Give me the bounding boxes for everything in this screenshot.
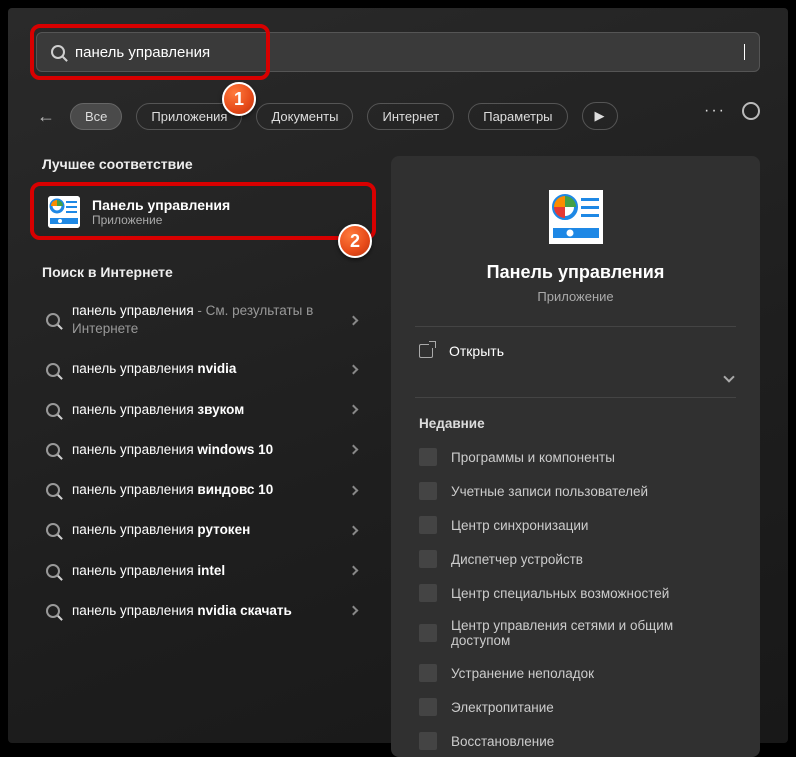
filter-right-controls: ···: [704, 102, 760, 120]
best-match-text: Панель управления Приложение: [92, 197, 230, 227]
recent-item-label: Центр специальных возможностей: [451, 586, 669, 601]
web-result[interactable]: панель управления nvidia скачать: [36, 594, 371, 628]
web-results-list: панель управления - См. результаты в Инт…: [36, 294, 371, 628]
web-result[interactable]: панель управления intel: [36, 554, 371, 588]
chevron-right-icon: [349, 365, 359, 375]
chevron-down-icon: [723, 371, 734, 382]
chevron-right-icon: [349, 566, 359, 576]
more-button[interactable]: ···: [704, 102, 726, 120]
recent-item[interactable]: Электропитание: [407, 691, 744, 723]
recent-item[interactable]: Устранение неполадок: [407, 657, 744, 689]
search-icon: [46, 403, 60, 417]
web-result[interactable]: панель управления звуком: [36, 393, 371, 427]
expand-button[interactable]: [716, 364, 742, 390]
recent-item[interactable]: Диспетчер устройств: [407, 543, 744, 575]
preview-panel: Панель управления Приложение Открыть Нед…: [391, 156, 760, 757]
best-match-result[interactable]: Панель управления Приложение: [36, 186, 371, 238]
web-result-text: панель управления windows 10: [72, 441, 338, 459]
filter-apps[interactable]: Приложения: [136, 103, 242, 130]
chevron-right-icon: [349, 525, 359, 535]
search-window: ← Все Приложения Документы Интернет Пара…: [8, 8, 788, 743]
recent-item[interactable]: Центр специальных возможностей: [407, 577, 744, 609]
best-match-heading: Лучшее соответствие: [42, 156, 371, 172]
filter-docs[interactable]: Документы: [256, 103, 353, 130]
web-result-text: панель управления - См. результаты в Инт…: [72, 302, 338, 338]
search-icon: [46, 363, 60, 377]
web-result-text: панель управления звуком: [72, 401, 338, 419]
body: Лучшее соответствие: [36, 156, 760, 757]
chevron-right-icon: [349, 405, 359, 415]
recent-item-label: Учетные записи пользователей: [451, 484, 648, 499]
open-icon: [419, 344, 433, 358]
recent-item-icon: [419, 698, 437, 716]
web-result-text: панель управления nvidia: [72, 360, 338, 378]
recent-item-label: Центр синхронизации: [451, 518, 588, 533]
recent-item-label: Восстановление: [451, 734, 554, 749]
best-match-subtitle: Приложение: [92, 213, 230, 227]
recent-item[interactable]: Центр синхронизации: [407, 509, 744, 541]
web-result-text: панель управления intel: [72, 562, 338, 580]
open-action[interactable]: Открыть: [391, 327, 760, 375]
results-column: Лучшее соответствие: [36, 156, 371, 757]
search-input[interactable]: [65, 44, 746, 61]
recent-item-icon: [419, 550, 437, 568]
recent-list: Программы и компоненты Учетные записи пол…: [391, 441, 760, 757]
web-result-text: панель управления виндовс 10: [72, 481, 338, 499]
recent-item-icon: [419, 664, 437, 682]
filter-web[interactable]: Интернет: [367, 103, 454, 130]
web-result[interactable]: панель управления - См. результаты в Инт…: [36, 294, 371, 346]
web-result[interactable]: панель управления nvidia: [36, 352, 371, 386]
recent-item-label: Программы и компоненты: [451, 450, 615, 465]
filter-more-play[interactable]: ▶: [582, 102, 618, 130]
filter-row: ← Все Приложения Документы Интернет Пара…: [36, 102, 760, 130]
recent-item-icon: [419, 624, 437, 642]
web-heading: Поиск в Интернете: [42, 264, 371, 280]
web-result-text: панель управления nvidia скачать: [72, 602, 338, 620]
search-bar[interactable]: [36, 32, 760, 72]
recent-item-icon: [419, 448, 437, 466]
search-icon: [46, 443, 60, 457]
recent-item-label: Устранение неполадок: [451, 666, 594, 681]
recent-item-icon: [419, 482, 437, 500]
filter-settings[interactable]: Параметры: [468, 103, 567, 130]
preview-app-icon: [549, 190, 603, 244]
chevron-right-icon: [349, 315, 359, 325]
recent-item-label: Электропитание: [451, 700, 554, 715]
best-match-title: Панель управления: [92, 197, 230, 213]
recent-item[interactable]: Восстановление: [407, 725, 744, 757]
search-icon: [46, 313, 60, 327]
search-icon: [46, 523, 60, 537]
recent-item-label: Диспетчер устройств: [451, 552, 583, 567]
search-icon: [46, 483, 60, 497]
search-bar-container: [36, 32, 760, 72]
recent-item-label: Центр управления сетями и общим доступом: [451, 618, 732, 648]
filter-all[interactable]: Все: [70, 103, 122, 130]
chevron-right-icon: [349, 485, 359, 495]
recent-item-icon: [419, 584, 437, 602]
recent-item-icon: [419, 732, 437, 750]
chevron-right-icon: [349, 606, 359, 616]
recent-item-icon: [419, 516, 437, 534]
recent-heading: Недавние: [391, 398, 760, 441]
chevron-right-icon: [349, 445, 359, 455]
web-result-text: панель управления рутокен: [72, 521, 338, 539]
search-icon: [51, 45, 65, 59]
recent-item[interactable]: Программы и компоненты: [407, 441, 744, 473]
preview-title: Панель управления: [391, 262, 760, 283]
recent-item[interactable]: Центр управления сетями и общим доступом: [407, 611, 744, 655]
recent-item[interactable]: Учетные записи пользователей: [407, 475, 744, 507]
control-panel-icon: [48, 196, 80, 228]
web-result[interactable]: панель управления виндовс 10: [36, 473, 371, 507]
text-caret: [744, 44, 745, 60]
web-result[interactable]: панель управления windows 10: [36, 433, 371, 467]
open-label: Открыть: [449, 343, 504, 359]
search-icon: [46, 564, 60, 578]
web-result[interactable]: панель управления рутокен: [36, 513, 371, 547]
search-icon: [46, 604, 60, 618]
back-button[interactable]: ←: [36, 106, 56, 126]
preview-subtitle: Приложение: [391, 289, 760, 304]
profile-circle[interactable]: [742, 102, 760, 120]
